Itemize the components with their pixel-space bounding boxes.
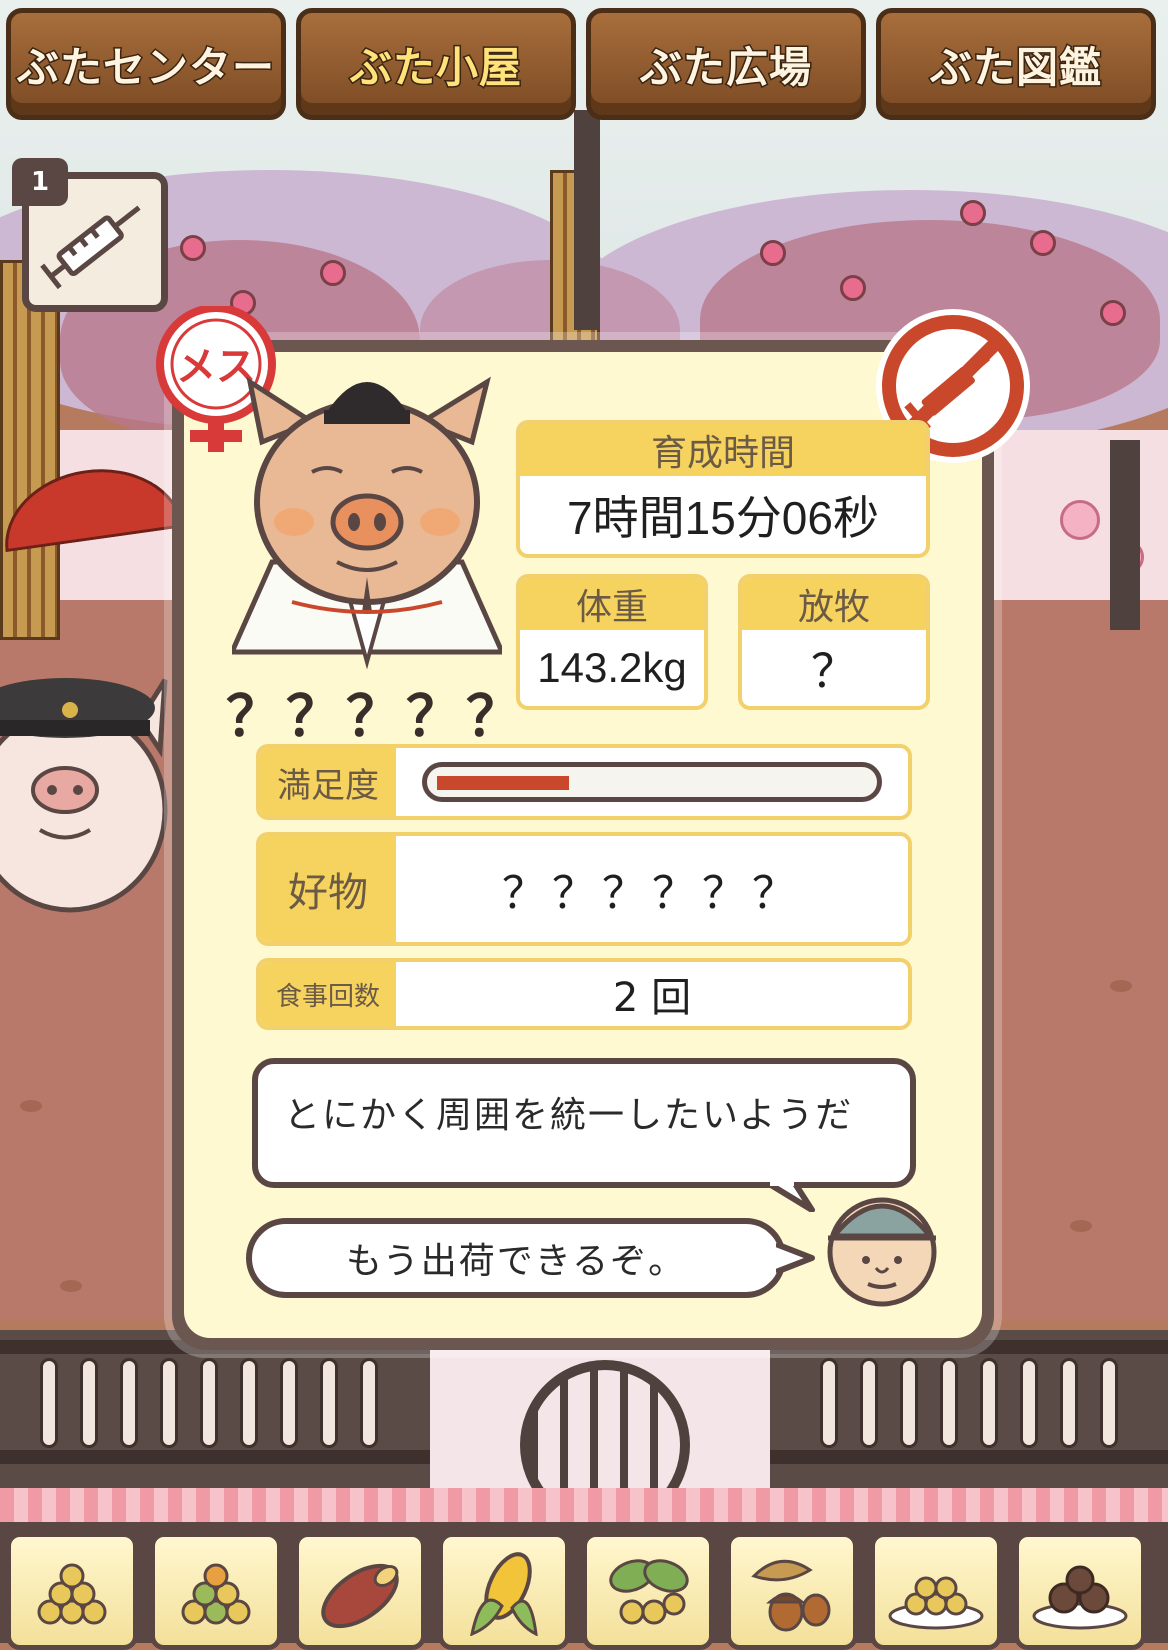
food-slot-sweet-potato[interactable] [294,1532,426,1650]
acorn-icon [751,1559,831,1632]
tab-label: ぶた図鑑 [928,41,1102,93]
satisfaction-meter [422,762,882,802]
grazing-value: ？ [811,645,857,697]
weight-value: 143.2kg [537,644,687,691]
plum-blossom [960,200,986,226]
food-slot-grain-plate[interactable] [870,1532,1002,1650]
top-tab-bar: ぶたセンター ぶた小屋 ぶた広場 ぶた図鑑 [0,0,1168,128]
plum-blossom [180,235,206,261]
pavilion-post [1110,440,1140,630]
bubble-tail [766,1182,815,1212]
soybeans-icon [37,1563,107,1625]
grain-plate-icon [888,1576,984,1630]
plum-blossom [320,260,346,286]
plum-blossom [1030,230,1056,256]
meal-count-row: 食事回数 2 回 [256,958,912,1030]
favorite-food-row: 好物 ？？？？？？ [256,832,912,946]
satisfaction-row: 満足度 [256,744,912,820]
favorite-food-label: 好物 [260,836,396,942]
corn-icon [470,1552,538,1636]
grazing-label: 放牧 [742,578,926,630]
pig-comment-text: とにかく周囲を統一したいようだ [284,1095,854,1136]
tab-label: ぶた小屋 [348,41,522,93]
growth-time-box: 育成時間 7時間15分06秒 [516,420,930,558]
pig-comment-bubble: とにかく周囲を統一したいようだ [252,1058,916,1188]
favorite-food-value: ？？？？？？ [502,868,802,919]
item-count-badge: 1 [12,158,68,206]
food-slot-acorn[interactable] [726,1532,858,1650]
farmer-avatar [827,1197,937,1307]
weight-label: 体重 [520,578,704,630]
satisfaction-content [396,748,908,816]
farmer-message-bubble: もう出荷できるぞ。 [246,1218,786,1298]
meal-count-label: 食事回数 [260,962,396,1026]
plum-blossom [840,275,866,301]
mixed-grain-icon [181,1563,251,1625]
growth-time-value: 7時間15分06秒 [567,492,879,544]
pig-portrait [232,376,502,670]
satisfaction-label: 満足度 [260,748,396,816]
grazing-box: 放牧 ？ [738,574,930,710]
food-slot-herb-nuts[interactable] [582,1532,714,1650]
tab-buta-koya[interactable]: ぶた小屋 [296,8,576,120]
food-slot-mixed-grain[interactable] [150,1532,282,1650]
pavilion-post [574,110,600,330]
tab-buta-hiroba[interactable]: ぶた広場 [586,8,866,120]
weight-box: 体重 143.2kg [516,574,708,710]
growth-time-label: 育成時間 [520,424,926,476]
tab-buta-center[interactable]: ぶたセンター [6,8,286,120]
herb-nuts-icon [609,1559,689,1625]
food-slot-corn[interactable] [438,1532,570,1650]
plum-blossom [1100,300,1126,326]
bubble-tail [776,1241,815,1275]
pig-name: ？？？？？ [226,685,526,750]
plum-blossom [760,240,786,266]
food-bar [0,1522,1168,1650]
tab-label: ぶたセンター [15,41,275,93]
bamboo-fence [0,260,60,640]
truffle-plate-icon [1032,1565,1128,1630]
tab-buta-zukan[interactable]: ぶた図鑑 [876,8,1156,120]
food-slot-soybeans[interactable] [6,1532,138,1650]
meal-count-value: 2 回 [612,975,692,1021]
neighbor-pig [0,678,168,913]
food-slot-truffle-plate[interactable] [1014,1532,1146,1650]
wall-flower [1060,500,1100,540]
farmer-message-text: もう出荷できるぞ。 [345,1241,687,1282]
sweet-potato-icon [321,1563,399,1629]
satisfaction-meter-fill [437,776,569,790]
tab-label: ぶた広場 [638,41,812,93]
